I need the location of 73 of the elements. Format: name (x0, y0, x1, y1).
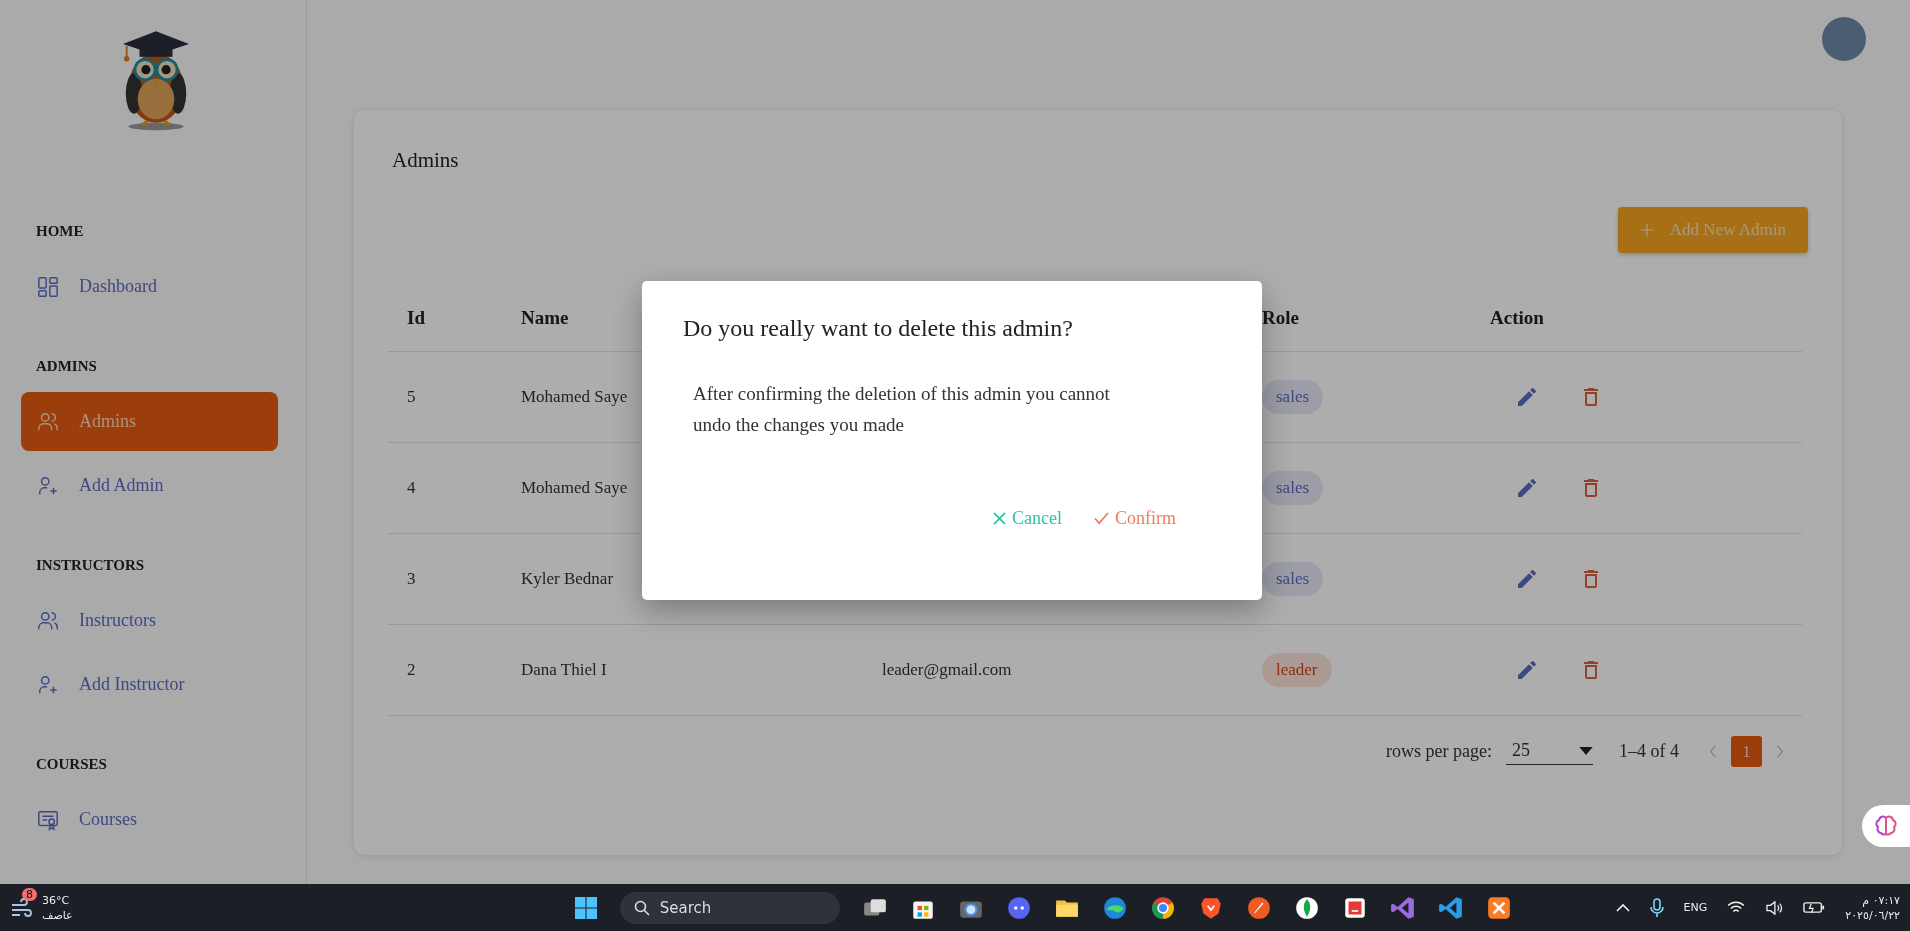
user-add-icon (37, 474, 59, 497)
chat-icon[interactable] (1005, 894, 1032, 921)
windows-start-icon[interactable] (573, 895, 598, 920)
sidebar-item[interactable]: Dashboard (21, 257, 278, 316)
role-tag: sales (1262, 562, 1324, 596)
sidebar-item[interactable]: Add Admin (21, 456, 278, 515)
check-icon (1094, 512, 1109, 525)
role-tag: sales (1262, 471, 1324, 505)
browser-wave-icon[interactable] (1101, 894, 1128, 921)
floating-button[interactable] (1862, 805, 1910, 847)
leaf-icon[interactable] (1293, 894, 1320, 921)
dashboard-icon (37, 275, 59, 298)
edit-icon[interactable] (1515, 567, 1539, 591)
edit-icon[interactable] (1515, 658, 1539, 682)
table-cell: 3 (407, 569, 416, 589)
sidebar-item[interactable]: Instructors (21, 591, 278, 650)
battery-icon[interactable] (1803, 901, 1826, 914)
microphone-icon[interactable] (1649, 897, 1664, 918)
section-heading: COURSES (35, 755, 108, 773)
notification-badge: 8 (22, 887, 37, 901)
page-range: 1–4 of 4 (1619, 741, 1679, 762)
table-cell: 4 (407, 478, 416, 498)
xampp-icon[interactable] (1485, 894, 1512, 921)
table-cell: Kyler Bednar (521, 569, 614, 589)
vs-code-icon[interactable] (1437, 894, 1464, 921)
temperature: 36°C (42, 892, 71, 908)
column-header: Role (1262, 307, 1299, 329)
dialog-message: After confirming the deletion of this admin you cannot undo the changes you made (693, 382, 1111, 437)
speaker-icon[interactable] (1765, 900, 1784, 915)
sidebar-item[interactable]: Admins (21, 392, 278, 451)
wifi-icon[interactable] (1727, 900, 1746, 915)
clock[interactable]: ٠٧:١٧ م ٢٠٢٥/٠٦/٢٢ (1845, 892, 1900, 923)
chevron-up-icon[interactable] (1615, 902, 1630, 913)
section-heading: ADMINS (35, 357, 98, 375)
role-tag: leader (1262, 653, 1332, 687)
confirm-button[interactable]: Confirm (1094, 508, 1176, 529)
close-icon (993, 512, 1006, 525)
table-cell: Dana Thiel I (521, 660, 607, 680)
sidebar-item[interactable]: Add Instructor (21, 655, 278, 714)
avatar[interactable] (1822, 17, 1866, 61)
rows-per-page-label: rows per page: (1386, 741, 1492, 762)
user-add-icon (37, 673, 59, 696)
edit-icon[interactable] (1515, 385, 1539, 409)
search-icon (633, 899, 650, 916)
page-title: Admins (392, 148, 460, 173)
dropdown-caret-icon (1579, 746, 1593, 755)
users-icon (37, 410, 59, 433)
table-cell: 2 (407, 660, 416, 680)
users-icon (37, 609, 59, 632)
edit-icon[interactable] (1515, 476, 1539, 500)
taskbar-search-field[interactable]: Search (619, 891, 840, 924)
column-header: Name (521, 307, 569, 329)
plus-icon (1639, 223, 1654, 237)
dialog-title: Do you really want to delete this admin? (683, 315, 1074, 342)
page-button[interactable]: 1 (1731, 736, 1762, 767)
table-cell: 5 (407, 387, 416, 407)
cancel-button[interactable]: Cancel (993, 508, 1062, 529)
section-heading: INSTRUCTORS (35, 556, 146, 574)
visual-studio-icon[interactable] (1389, 894, 1416, 921)
sidebar-item[interactable]: Courses (21, 790, 278, 849)
weather-condition: عاصف (42, 907, 73, 923)
rows-per-page-select[interactable]: 25 (1506, 738, 1593, 765)
role-tag: sales (1262, 380, 1324, 414)
brain-icon (1874, 814, 1898, 838)
chrome-icon[interactable] (1149, 894, 1176, 921)
table-cell: Mohamed Saye (521, 387, 628, 407)
language-indicator[interactable]: ENG (1683, 901, 1708, 914)
column-header: Id (407, 307, 425, 329)
certificate-icon (37, 808, 59, 831)
table-cell: leader@gmail.com (882, 660, 1012, 680)
column-header: Action (1490, 307, 1544, 329)
table-cell: Mohamed Saye (521, 478, 628, 498)
section-heading: HOME (35, 222, 85, 240)
